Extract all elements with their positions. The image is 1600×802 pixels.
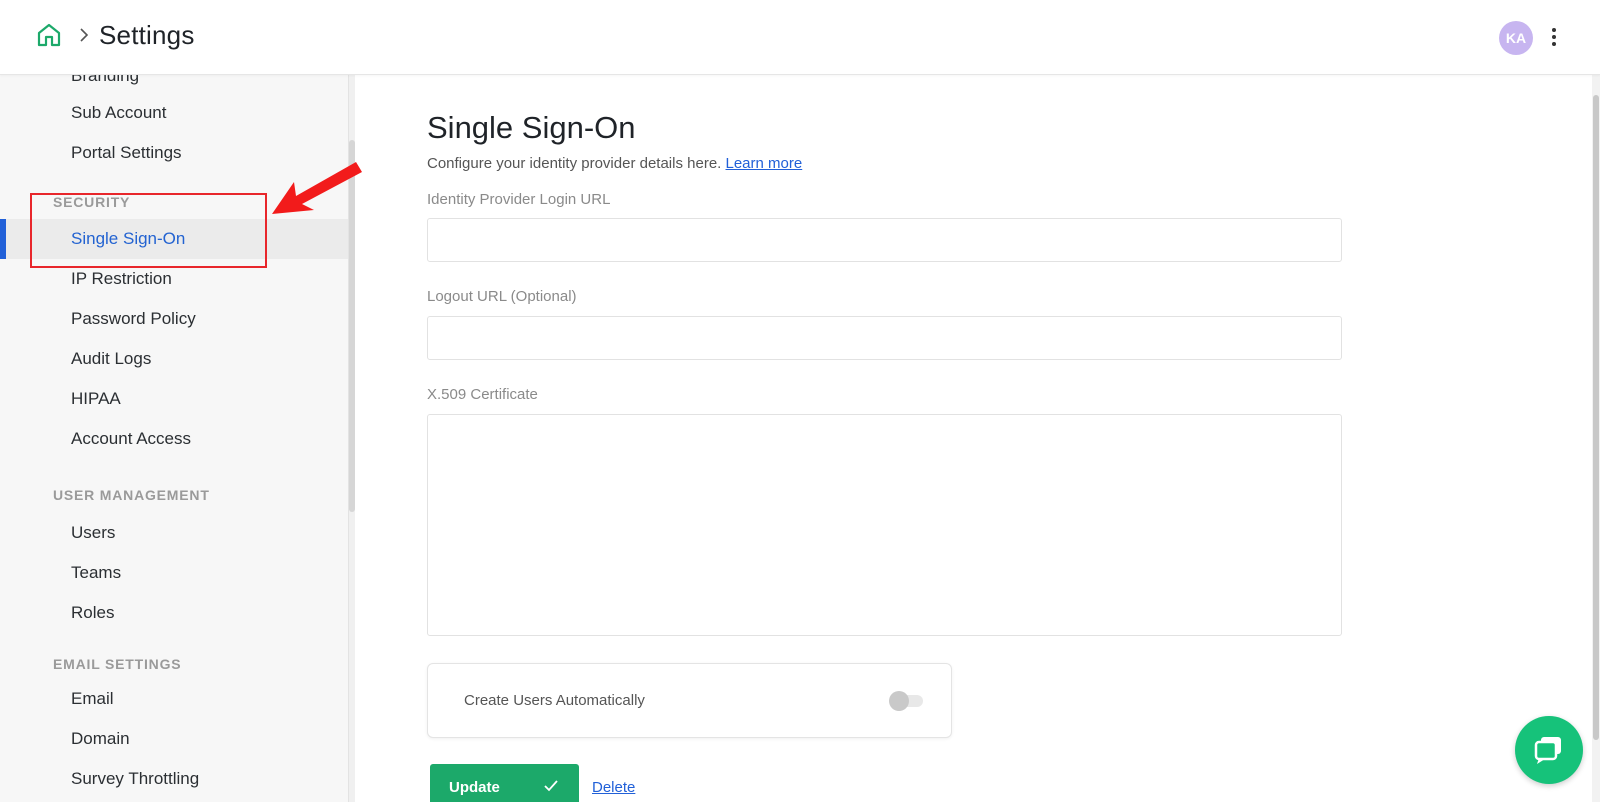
sidebar-item-teams[interactable]: Teams bbox=[0, 553, 348, 593]
annotation-arrow-icon bbox=[272, 162, 362, 214]
certificate-textarea[interactable] bbox=[427, 414, 1342, 636]
chat-button[interactable] bbox=[1515, 716, 1583, 784]
certificate-label: X.509 Certificate bbox=[427, 386, 538, 403]
login-url-input[interactable] bbox=[427, 218, 1342, 262]
create-users-card: Create Users Automatically bbox=[427, 663, 952, 738]
avatar[interactable]: KA bbox=[1499, 21, 1533, 55]
chevron-right-icon bbox=[80, 28, 89, 42]
check-icon bbox=[544, 780, 558, 792]
update-button-label: Update bbox=[449, 779, 500, 796]
description-text: Configure your identity provider details… bbox=[427, 155, 722, 172]
sidebar-item-hipaa[interactable]: HIPAA bbox=[0, 379, 348, 419]
section-title: Single Sign-On bbox=[427, 110, 636, 145]
annotation-highlight-box bbox=[30, 193, 267, 268]
sidebar-item-sub-account[interactable]: Sub Account bbox=[0, 93, 348, 133]
sidebar-item-domain[interactable]: Domain bbox=[0, 719, 348, 759]
create-users-toggle[interactable] bbox=[889, 691, 923, 711]
section-description: Configure your identity provider details… bbox=[427, 155, 802, 172]
login-url-label: Identity Provider Login URL bbox=[427, 191, 611, 208]
chat-icon bbox=[1534, 737, 1561, 764]
learn-more-link[interactable]: Learn more bbox=[726, 155, 803, 172]
page-scrollbar-thumb[interactable] bbox=[1593, 95, 1599, 740]
sidebar-item-users[interactable]: Users bbox=[0, 513, 348, 553]
logout-url-label: Logout URL (Optional) bbox=[427, 288, 577, 305]
main-content: Single Sign-On Configure your identity p… bbox=[356, 75, 1592, 802]
sidebar-item-roles[interactable]: Roles bbox=[0, 593, 348, 633]
sidebar-item-password-policy[interactable]: Password Policy bbox=[0, 299, 348, 339]
sidebar-heading-user-management: USER MANAGEMENT bbox=[53, 487, 210, 503]
sidebar-item-account-access[interactable]: Account Access bbox=[0, 419, 348, 459]
top-bar: Settings KA bbox=[0, 0, 1600, 75]
page-title: Settings bbox=[99, 20, 195, 50]
create-users-label: Create Users Automatically bbox=[464, 692, 645, 709]
delete-link[interactable]: Delete bbox=[592, 779, 635, 796]
logout-url-input[interactable] bbox=[427, 316, 1342, 360]
update-button[interactable]: Update bbox=[430, 764, 579, 802]
sidebar-item-email[interactable]: Email bbox=[0, 679, 348, 719]
home-icon[interactable] bbox=[36, 22, 62, 48]
sidebar-item-survey-throttling[interactable]: Survey Throttling bbox=[0, 759, 348, 799]
sidebar-heading-email-settings: EMAIL SETTINGS bbox=[53, 656, 182, 672]
kebab-menu-icon[interactable] bbox=[1546, 26, 1562, 50]
sidebar-item-audit-logs[interactable]: Audit Logs bbox=[0, 339, 348, 379]
